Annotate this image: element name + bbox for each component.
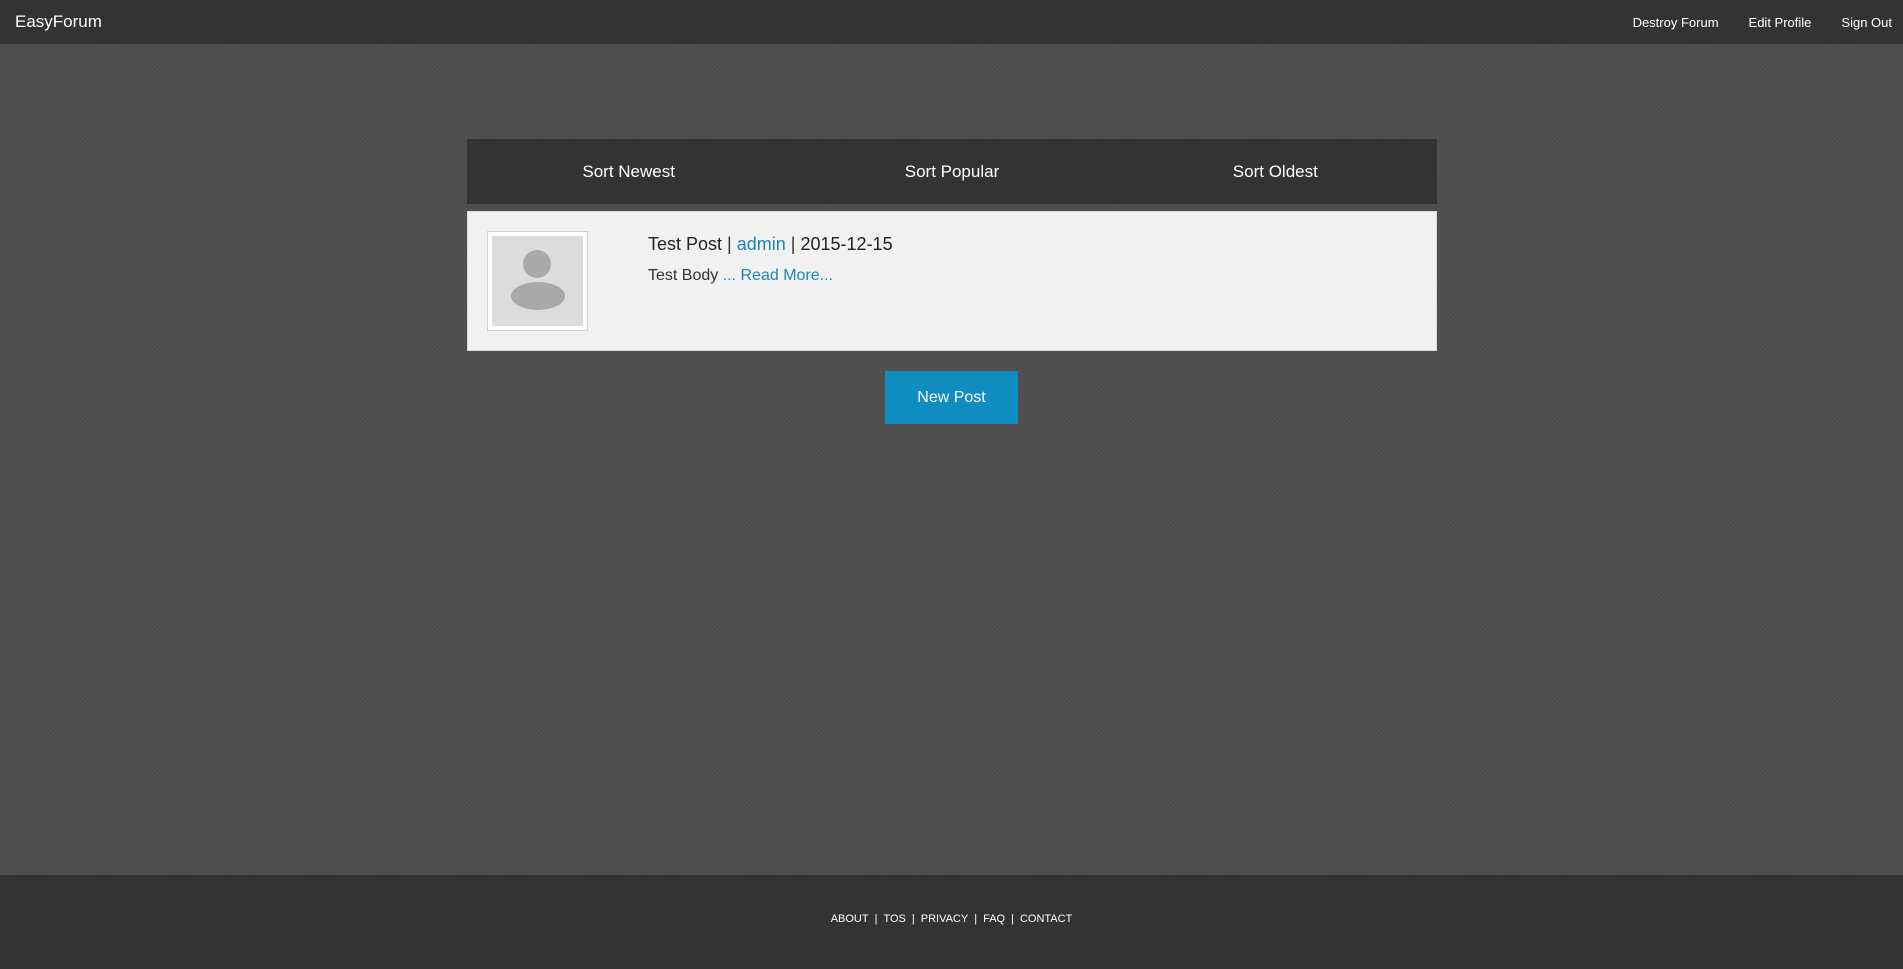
nav-links: Destroy Forum Edit Profile Sign Out — [1633, 0, 1903, 44]
meta-separator: | — [727, 234, 732, 254]
top-navbar: EasyForum Destroy Forum Edit Profile Sig… — [0, 0, 1903, 44]
footer-tos-link[interactable]: TOS — [883, 913, 905, 925]
footer-links: ABOUT | TOS | PRIVACY | FAQ | CONTACT — [831, 913, 1073, 925]
avatar-body-shape — [511, 282, 565, 310]
footer-separator: | — [974, 913, 978, 925]
post-author-link[interactable]: admin — [737, 234, 786, 254]
post-date: 2015-12-15 — [800, 234, 893, 254]
footer-separator: | — [874, 913, 878, 925]
avatar-head-shape — [523, 250, 551, 278]
post-title: Test Post — [648, 234, 723, 254]
post-body-text: Test Body — [648, 267, 719, 284]
footer-separator: | — [1011, 913, 1014, 925]
footer-faq-link[interactable]: FAQ — [983, 913, 1005, 925]
edit-profile-link[interactable]: Edit Profile — [1749, 15, 1812, 30]
post-excerpt: Test Body ... Read More... — [648, 267, 833, 285]
new-post-button[interactable]: New Post — [885, 371, 1018, 424]
sort-oldest-button[interactable]: Sort Oldest — [1114, 139, 1437, 204]
read-more-link[interactable]: ... Read More... — [723, 267, 833, 284]
footer: ABOUT | TOS | PRIVACY | FAQ | CONTACT — [0, 875, 1903, 969]
post-meta-line: Test Post | admin | 2015-12-15 — [648, 234, 893, 255]
post-card: Test Post | admin | 2015-12-15 Test Body… — [467, 211, 1437, 351]
footer-contact-link[interactable]: CONTACT — [1020, 913, 1072, 925]
destroy-forum-link[interactable]: Destroy Forum — [1633, 15, 1719, 30]
footer-about-link[interactable]: ABOUT — [831, 913, 869, 925]
footer-separator: | — [911, 913, 915, 925]
sort-popular-button[interactable]: Sort Popular — [790, 139, 1113, 204]
default-user-icon — [492, 236, 583, 326]
avatar — [487, 231, 588, 331]
sign-out-link[interactable]: Sign Out — [1841, 15, 1892, 30]
footer-privacy-link[interactable]: PRIVACY — [921, 913, 968, 925]
brand-link[interactable]: EasyForum — [15, 12, 102, 32]
sort-newest-button[interactable]: Sort Newest — [467, 139, 790, 204]
sort-bar: Sort Newest Sort Popular Sort Oldest — [467, 139, 1437, 204]
meta-separator: | — [790, 234, 796, 254]
